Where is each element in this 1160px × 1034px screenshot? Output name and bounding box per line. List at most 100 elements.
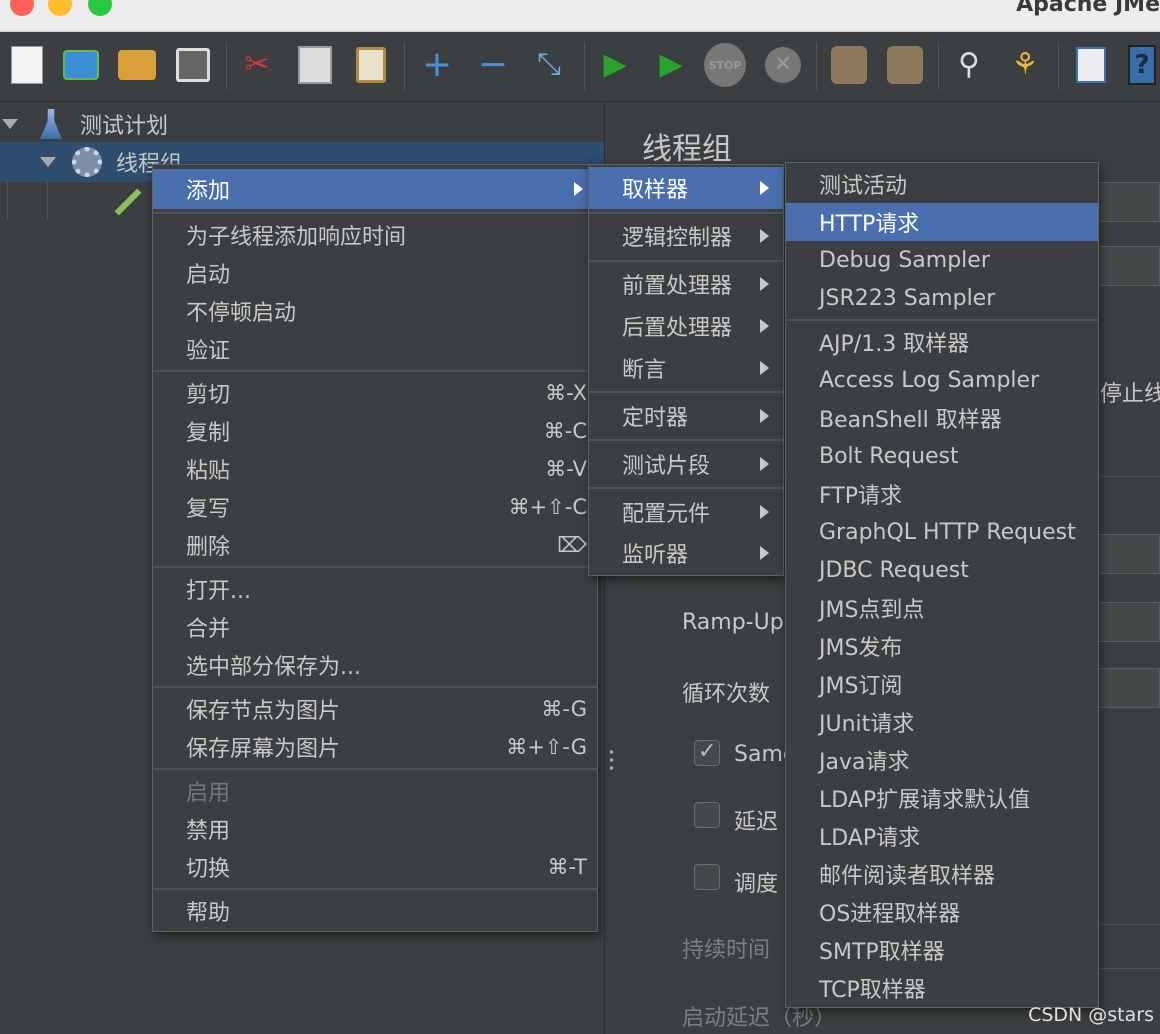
- menu-item-enable: 启用: [186, 781, 231, 806]
- sampler-item-jdbc[interactable]: JDBC Request: [786, 551, 1098, 589]
- delay-creation-checkbox[interactable]: [694, 802, 720, 828]
- sampler-item-graphql[interactable]: GraphQL HTTP Request: [786, 513, 1098, 551]
- minimize-window-button[interactable]: [48, 0, 72, 16]
- open-button[interactable]: [116, 44, 158, 86]
- context-menu: 添加 为子线程添加响应时间 启动 不停顿启动 验证 剪切 ⌘-X 复制 ⌘-C 粘贴…: [152, 164, 598, 932]
- reset-search-button[interactable]: ⚘: [1004, 44, 1046, 86]
- menu-separator: [153, 370, 597, 372]
- toolbar-separator: [1058, 42, 1059, 90]
- toolbar-separator: [226, 42, 227, 90]
- search-button[interactable]: ⚲: [948, 44, 990, 86]
- sampler-item-java[interactable]: Java请求: [786, 741, 1098, 779]
- loop-count-field[interactable]: [1096, 668, 1160, 708]
- menu-item-save-node-image[interactable]: 保存节点为图片 ⌘-G: [153, 690, 597, 728]
- stop-button[interactable]: STOP: [704, 43, 746, 87]
- sampler-item-bolt[interactable]: Bolt Request: [786, 437, 1098, 475]
- menu-item-duplicate[interactable]: 复写 ⌘+⇧-C: [153, 488, 597, 526]
- shutdown-button[interactable]: ✕: [762, 44, 804, 86]
- menu-item-save-screen-image[interactable]: 保存屏幕为图片 ⌘+⇧-G: [153, 728, 597, 766]
- new-button[interactable]: [6, 44, 48, 86]
- sampler-item-ldap-ext[interactable]: LDAP扩展请求默认值: [786, 779, 1098, 817]
- drag-handle-icon[interactable]: [609, 748, 614, 774]
- menu-item-merge[interactable]: 合并: [153, 608, 597, 646]
- play-icon: ▶: [603, 47, 627, 82]
- toggle-button[interactable]: ⤡: [528, 44, 570, 86]
- close-window-button[interactable]: [10, 0, 34, 16]
- sampler-item-smtp[interactable]: SMTP取样器: [786, 931, 1098, 969]
- menu-item-start-no-pause[interactable]: 不停顿启动: [153, 292, 597, 330]
- submenu-item-listener[interactable]: 监听器: [589, 533, 783, 573]
- function-helper-button[interactable]: [1070, 44, 1112, 86]
- submenu-item-sampler[interactable]: 取样器: [589, 167, 783, 209]
- menu-item-start[interactable]: 启动: [153, 254, 597, 292]
- paste-button[interactable]: [350, 44, 392, 86]
- menu-item-open[interactable]: 打开...: [153, 570, 597, 608]
- broom-icon: ⚘: [1011, 47, 1039, 82]
- sampler-submenu: 测试活动 HTTP请求 Debug Sampler JSR223 Sampler…: [785, 162, 1099, 1008]
- clear-button[interactable]: [828, 44, 870, 86]
- tree-item-child[interactable]: [0, 182, 150, 222]
- copy-button[interactable]: [294, 44, 336, 86]
- menu-item-validate[interactable]: 验证: [153, 330, 597, 368]
- delay-creation-label: 延迟: [734, 810, 779, 835]
- sampler-item-ldap[interactable]: LDAP请求: [786, 817, 1098, 855]
- menu-item-cut[interactable]: 剪切 ⌘-X: [153, 374, 597, 412]
- threads-field[interactable]: [1096, 534, 1160, 574]
- menu-item-disable[interactable]: 禁用: [153, 810, 597, 848]
- menu-item-add-response-time[interactable]: 为子线程添加响应时间: [153, 216, 597, 254]
- sampler-item-jms-p2p[interactable]: JMS点到点: [786, 589, 1098, 627]
- menu-separator: [786, 319, 1098, 321]
- expand-all-button[interactable]: +: [416, 44, 458, 86]
- tree-item-test-plan[interactable]: 测试计划: [0, 104, 604, 144]
- rampup-field[interactable]: [1096, 602, 1160, 642]
- sampler-item-ftp[interactable]: FTP请求: [786, 475, 1098, 513]
- submenu-item-timer[interactable]: 定时器: [589, 395, 783, 437]
- submenu-item-assertion[interactable]: 断言: [589, 347, 783, 389]
- menu-item-save-selection[interactable]: 选中部分保存为...: [153, 646, 597, 684]
- zoom-window-button[interactable]: [88, 0, 112, 16]
- menu-item-help[interactable]: 帮助: [153, 892, 597, 930]
- chevron-down-icon[interactable]: [40, 157, 56, 167]
- cut-button[interactable]: ✂: [236, 44, 278, 86]
- submenu-item-test-fragment[interactable]: 测试片段: [589, 443, 783, 485]
- menu-item-paste[interactable]: 粘贴 ⌘-V: [153, 450, 597, 488]
- same-user-checkbox[interactable]: [694, 739, 720, 766]
- save-button[interactable]: [172, 44, 214, 86]
- menu-item-copy[interactable]: 复制 ⌘-C: [153, 412, 597, 450]
- sampler-item-access-log[interactable]: Access Log Sampler: [786, 361, 1098, 399]
- sampler-item-test-action[interactable]: 测试活动: [786, 165, 1098, 203]
- help-button[interactable]: ?: [1124, 44, 1160, 86]
- menu-item-toggle[interactable]: 切换 ⌘-T: [153, 848, 597, 886]
- sampler-item-tcp[interactable]: TCP取样器: [786, 969, 1098, 1007]
- comment-field[interactable]: [1096, 246, 1160, 286]
- sampler-item-os-process[interactable]: OS进程取样器: [786, 893, 1098, 931]
- chevron-down-icon[interactable]: [2, 119, 18, 129]
- name-field[interactable]: [1096, 182, 1160, 222]
- clear-all-button[interactable]: [884, 44, 926, 86]
- menu-separator: [153, 768, 597, 770]
- templates-button[interactable]: [60, 44, 102, 86]
- sampler-item-jsr223[interactable]: JSR223 Sampler: [786, 279, 1098, 317]
- sampler-item-http-request[interactable]: HTTP请求: [786, 203, 1098, 241]
- scheduler-checkbox[interactable]: [694, 864, 720, 890]
- delete-key-icon: ⌦: [557, 533, 587, 557]
- sampler-item-mail-reader[interactable]: 邮件阅读者取样器: [786, 855, 1098, 893]
- collapse-all-button[interactable]: −: [472, 44, 514, 86]
- sampler-item-jms-subscribe[interactable]: JMS订阅: [786, 665, 1098, 703]
- list-icon: [1076, 47, 1106, 83]
- start-no-pause-button[interactable]: ▶: [650, 44, 692, 86]
- sampler-item-jms-publish[interactable]: JMS发布: [786, 627, 1098, 665]
- sampler-item-debug[interactable]: Debug Sampler: [786, 241, 1098, 279]
- sampler-item-ajp[interactable]: AJP/1.3 取样器: [786, 323, 1098, 361]
- submenu-item-post-processor[interactable]: 后置处理器: [589, 305, 783, 347]
- submenu-item-config-element[interactable]: 配置元件: [589, 491, 783, 533]
- start-button[interactable]: ▶: [594, 44, 636, 86]
- sampler-item-junit[interactable]: JUnit请求: [786, 703, 1098, 741]
- menu-item-delete[interactable]: 删除 ⌦: [153, 526, 597, 564]
- menu-item-add[interactable]: 添加: [153, 169, 597, 209]
- sampler-item-beanshell[interactable]: BeanShell 取样器: [786, 399, 1098, 437]
- submenu-item-logic-controller[interactable]: 逻辑控制器: [589, 215, 783, 257]
- toolbar-separator: [584, 42, 585, 90]
- divider: [1096, 924, 1160, 925]
- submenu-item-pre-processor[interactable]: 前置处理器: [589, 263, 783, 305]
